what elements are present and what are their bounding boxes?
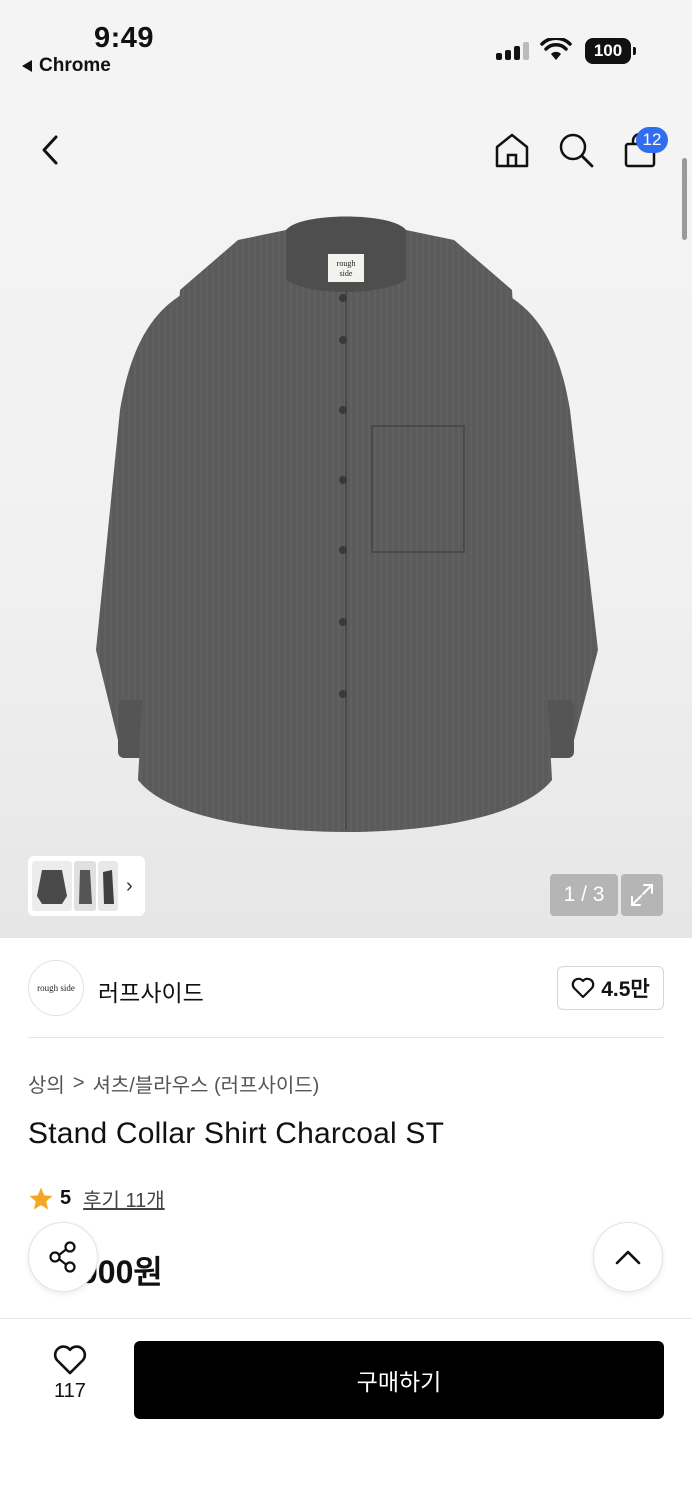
scroll-to-top-button[interactable] xyxy=(593,1222,663,1292)
chevron-right-icon[interactable]: › xyxy=(126,875,133,898)
battery-icon: 100 xyxy=(585,38,636,64)
wifi-icon xyxy=(540,38,572,60)
search-icon xyxy=(559,133,594,168)
breadcrumb-subcategory[interactable]: 셔츠/블라우스 (러프사이드) xyxy=(93,1069,320,1098)
share-button[interactable] xyxy=(28,1222,98,1292)
brand-like-button[interactable]: 4.5만 xyxy=(557,966,664,1010)
brand-name[interactable]: 러프사이드 xyxy=(98,974,204,1008)
product-image: rough side xyxy=(96,216,598,832)
breadcrumb-category[interactable]: 상의 xyxy=(28,1069,65,1098)
chevron-up-icon xyxy=(615,1250,641,1265)
thumbnail-1[interactable] xyxy=(32,861,72,911)
home-button[interactable] xyxy=(490,128,534,172)
product-title: Stand Collar Shirt Charcoal ST xyxy=(28,1117,445,1150)
thumbnail-shirt-side-icon xyxy=(79,870,92,904)
buy-button[interactable]: 구매하기 xyxy=(134,1341,664,1419)
wishlist-button[interactable]: 117 xyxy=(40,1344,100,1403)
breadcrumb-separator-icon: > xyxy=(72,1072,85,1094)
star-icon xyxy=(29,1187,53,1210)
breadcrumb: 상의 > 셔츠/블라우스 (러프사이드) xyxy=(28,1069,319,1098)
thumbnail-strip[interactable]: › xyxy=(28,856,145,916)
thumbnail-3[interactable] xyxy=(98,861,118,911)
share-icon xyxy=(49,1241,76,1273)
back-button[interactable] xyxy=(30,128,70,172)
thumbnail-shirt-icon xyxy=(37,870,67,904)
divider xyxy=(28,1037,664,1038)
shirt-label-text-2: side xyxy=(340,269,353,278)
search-button[interactable] xyxy=(554,128,598,172)
rating-score: 5 xyxy=(60,1187,72,1209)
thumbnail-shirt-back-icon xyxy=(103,870,114,904)
back-app-label: Chrome xyxy=(39,55,111,76)
wishlist-count: 117 xyxy=(54,1380,86,1402)
back-triangle-icon xyxy=(22,60,32,72)
brand-logo[interactable]: rough side xyxy=(28,960,84,1016)
status-time: 9:49 xyxy=(94,22,155,54)
brand-like-count: 4.5만 xyxy=(601,978,650,1001)
thumbnail-2[interactable] xyxy=(74,861,96,911)
home-icon xyxy=(495,133,529,168)
heart-icon xyxy=(53,1345,87,1375)
expand-button[interactable] xyxy=(621,874,663,916)
shirt-label-text-1: rough xyxy=(337,259,356,268)
cellular-signal-icon xyxy=(496,42,529,60)
heart-icon xyxy=(571,977,595,999)
back-to-app-link[interactable]: Chrome xyxy=(22,55,111,77)
product-rating: 5 후기 11개 xyxy=(28,1184,165,1213)
cart-count-badge: 12 xyxy=(636,127,668,153)
status-bar: 9:49 Chrome 100 xyxy=(0,0,692,90)
product-image-gallery[interactable]: rough side xyxy=(0,90,692,938)
chevron-left-icon xyxy=(42,135,58,165)
image-pager: 1 / 3 xyxy=(550,874,618,916)
expand-icon xyxy=(631,884,653,906)
reviews-link[interactable]: 후기 11개 xyxy=(83,1184,165,1213)
scrollbar[interactable] xyxy=(682,158,687,240)
